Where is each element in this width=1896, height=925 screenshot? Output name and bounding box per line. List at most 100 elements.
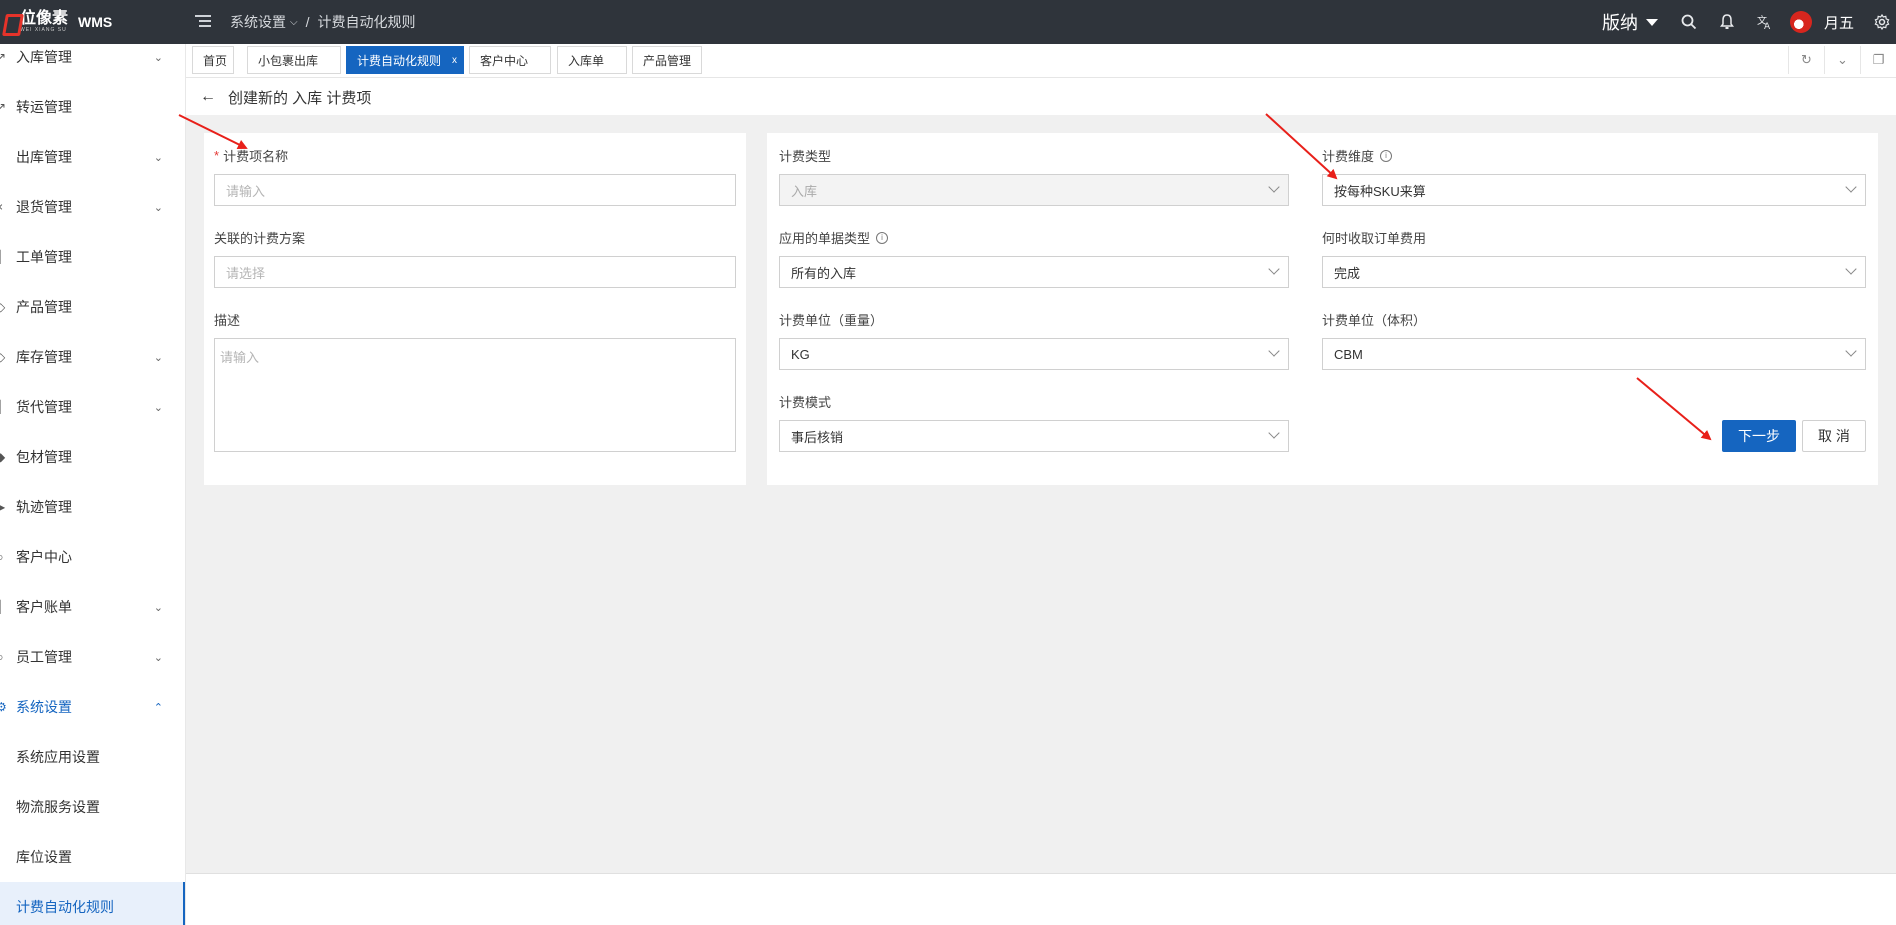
footer-strip xyxy=(186,873,1896,925)
menu-collapse-icon[interactable] xyxy=(195,12,213,30)
product-icon: ◇ xyxy=(0,300,8,314)
chevron-down-icon: ⌄ xyxy=(153,651,163,664)
user-avatar[interactable] xyxy=(1789,11,1812,33)
cancel-button[interactable]: 取 消 xyxy=(1802,420,1866,452)
close-icon[interactable]: x xyxy=(452,55,457,66)
billing-dimension-select[interactable]: 按每种SKU来算 xyxy=(1322,174,1866,206)
sidebar-item-track[interactable]: ▶ 轨迹管理 xyxy=(0,482,185,532)
transfer-icon: ↗ xyxy=(0,100,8,114)
chevron-down-icon[interactable]: ⌵ xyxy=(290,17,298,28)
tab-billing-rules[interactable]: 计费自动化规则 x xyxy=(346,46,464,74)
warehouse-selector[interactable]: 版纳 xyxy=(1602,9,1658,35)
stock-icon: ◇ xyxy=(0,350,8,364)
translate-icon[interactable]: 文A xyxy=(1746,0,1784,44)
volume-unit-select[interactable]: CBM xyxy=(1322,338,1866,370)
settings-icon: ⚙ xyxy=(0,700,8,714)
billing-mode-label: 计费模式 xyxy=(779,395,832,410)
logo-mark-icon xyxy=(2,12,18,32)
tab-customer-center[interactable]: 客户中心 xyxy=(469,46,551,74)
tab-parcel-outbound[interactable]: 小包裹出库 xyxy=(247,46,341,74)
forwarder-icon: ┃ xyxy=(0,400,8,414)
refresh-icon[interactable]: ↻ xyxy=(1788,46,1824,74)
return-icon: × xyxy=(0,200,8,214)
logo-text: 位像素 xyxy=(20,10,69,27)
chevron-down-icon xyxy=(1268,181,1280,193)
charge-time-label: 何时收取订单费用 xyxy=(1322,231,1427,246)
sidebar-item-bill[interactable]: ┃ 客户账单 ⌄ xyxy=(0,582,185,632)
tab-product-management[interactable]: 产品管理 xyxy=(632,46,702,74)
sidebar-subitem-billing-rules[interactable]: 计费自动化规则 xyxy=(0,882,185,925)
sidebar-subitem-app-settings[interactable]: 系统应用设置 xyxy=(0,732,185,782)
sidebar: ↗ 入库管理 ⌄ ↗ 转运管理 • 出库管理 ⌄ × 退货管理 ⌄ ┃ 工单管理… xyxy=(0,44,186,925)
sidebar-item-staff[interactable]: ○ 员工管理 ⌄ xyxy=(0,632,185,682)
info-icon[interactable]: i xyxy=(876,231,889,244)
sidebar-item-customer[interactable]: ○ 客户中心 xyxy=(0,532,185,582)
fullscreen-icon[interactable]: ❐ xyxy=(1860,46,1896,74)
page-title: 创建新的 入库 计费项 xyxy=(228,89,372,107)
sidebar-item-transfer[interactable]: ↗ 转运管理 xyxy=(0,82,185,132)
sidebar-item-returns[interactable]: × 退货管理 ⌄ xyxy=(0,182,185,232)
svg-text:A: A xyxy=(1764,22,1771,30)
billing-dimension-label: 计费维度 i xyxy=(1322,146,1393,165)
sidebar-item-label: 产品管理 xyxy=(16,299,72,315)
sidebar-item-label: 系统应用设置 xyxy=(16,749,100,765)
sidebar-item-stock[interactable]: ◇ 库存管理 ⌄ xyxy=(0,332,185,382)
main-content: * 计费项名称 请输入 关联的计费方案 请选择 描述 请输入 计费类型 入库 应… xyxy=(186,115,1896,873)
sidebar-item-product[interactable]: ◇ 产品管理 xyxy=(0,282,185,332)
sidebar-item-forwarder[interactable]: ┃ 货代管理 ⌄ xyxy=(0,382,185,432)
charge-time-select[interactable]: 完成 xyxy=(1322,256,1866,288)
weight-unit-select[interactable]: KG xyxy=(779,338,1289,370)
description-textarea[interactable]: 请输入 xyxy=(214,338,736,452)
sidebar-item-settings[interactable]: ⚙ 系统设置 ⌃ xyxy=(0,682,185,732)
back-arrow-icon[interactable]: ← xyxy=(200,88,216,106)
billing-plan-label: 关联的计费方案 xyxy=(214,231,306,246)
search-icon[interactable] xyxy=(1670,0,1708,44)
sidebar-item-label: 物流服务设置 xyxy=(16,799,100,815)
form-card-right: 计费类型 入库 应用的单据类型 i 所有的入库 计费单位（重量） KG 计费模式… xyxy=(767,133,1878,485)
chevron-down-icon: ⌄ xyxy=(153,201,163,214)
bell-icon[interactable] xyxy=(1708,0,1746,44)
sidebar-item-outbound[interactable]: • 出库管理 ⌄ xyxy=(0,132,185,182)
sidebar-item-label: 库位设置 xyxy=(16,849,72,865)
sidebar-subitem-location-settings[interactable]: 库位设置 xyxy=(0,832,185,882)
doc-type-select[interactable]: 所有的入库 xyxy=(779,256,1289,288)
app-logo[interactable]: 位像素 WEI XIANG SU WMS xyxy=(0,0,186,44)
inbound-icon: ↗ xyxy=(0,50,8,64)
tab-home[interactable]: 首页 xyxy=(192,46,234,74)
billing-mode-select[interactable]: 事后核销 xyxy=(779,420,1289,452)
sidebar-item-label: 客户账单 xyxy=(16,599,72,615)
sidebar-item-label: 转运管理 xyxy=(16,99,72,115)
fee-type-label: 计费类型 xyxy=(779,149,832,164)
gear-icon[interactable] xyxy=(1868,0,1896,44)
doc-type-label: 应用的单据类型 i xyxy=(779,228,889,247)
sidebar-item-label: 工单管理 xyxy=(16,249,72,265)
info-icon[interactable]: i xyxy=(1380,149,1393,162)
sidebar-item-label: 员工管理 xyxy=(16,649,72,665)
sidebar-item-label: 出库管理 xyxy=(16,149,72,165)
tabs-bar: 首页 小包裹出库 计费自动化规则 x 客户中心 入库单 产品管理 ↻ ⌄ ❐ xyxy=(186,44,1896,78)
sidebar-item-packaging[interactable]: ◆ 包材管理 xyxy=(0,432,185,482)
required-mark: * xyxy=(214,148,220,163)
sidebar-item-label: 轨迹管理 xyxy=(16,499,72,515)
user-name[interactable]: 月五 xyxy=(1824,12,1854,33)
sidebar-subitem-logistics-settings[interactable]: 物流服务设置 xyxy=(0,782,185,832)
bill-icon: ┃ xyxy=(0,600,8,614)
fee-name-input[interactable]: 请输入 xyxy=(214,174,736,206)
chevron-down-icon xyxy=(1268,427,1280,439)
staff-icon: ○ xyxy=(0,650,8,664)
breadcrumb-current: 计费自动化规则 xyxy=(317,14,416,30)
tab-inbound-order[interactable]: 入库单 xyxy=(557,46,627,74)
sidebar-item-label: 库存管理 xyxy=(16,349,72,365)
chevron-down-icon xyxy=(1268,345,1280,357)
next-step-button[interactable]: 下一步 xyxy=(1722,420,1796,452)
sidebar-item-inbound[interactable]: ↗ 入库管理 ⌄ xyxy=(0,44,185,82)
sidebar-item-workorder[interactable]: ┃ 工单管理 xyxy=(0,232,185,282)
chevron-down-icon xyxy=(1845,345,1857,357)
chevron-down-icon[interactable]: ⌄ xyxy=(1824,46,1860,74)
workorder-icon: ┃ xyxy=(0,250,8,264)
sidebar-item-label: 客户中心 xyxy=(16,549,72,565)
warehouse-label: 版纳 xyxy=(1601,13,1638,33)
description-label: 描述 xyxy=(214,313,241,328)
breadcrumb-parent[interactable]: 系统设置 xyxy=(230,12,286,32)
billing-plan-select[interactable]: 请选择 xyxy=(214,256,736,288)
